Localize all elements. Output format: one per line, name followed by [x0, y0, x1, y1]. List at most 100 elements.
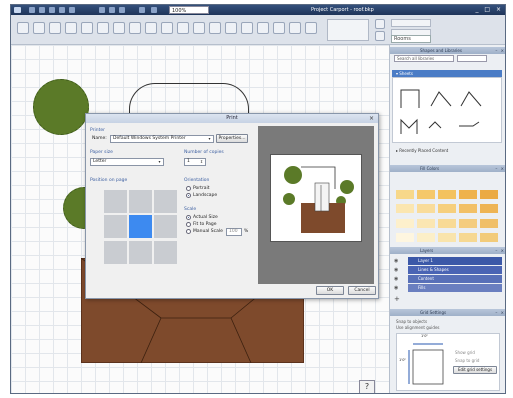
select-arrow-icon[interactable] — [17, 22, 29, 34]
landscape-radio[interactable] — [186, 193, 191, 198]
door-icon[interactable] — [209, 22, 221, 34]
paste-icon[interactable] — [119, 7, 125, 13]
panel-controls[interactable]: – × — [495, 247, 505, 254]
library-search-input[interactable]: Search all libraries — [394, 55, 454, 62]
panel-controls[interactable]: – × — [495, 47, 505, 54]
position-cell[interactable] — [104, 215, 127, 239]
color-swatch[interactable] — [438, 232, 456, 242]
layer-row[interactable]: Fills — [408, 284, 502, 292]
eye-icon[interactable]: ◉ — [394, 257, 404, 265]
show-grid-checkbox[interactable]: Show grid — [455, 350, 475, 355]
pan-icon[interactable] — [33, 22, 45, 34]
sheets-section[interactable]: ▾ Sheets — [392, 70, 502, 77]
edit-grid-button[interactable]: Edit grid settings — [453, 366, 497, 374]
fill-color-icon[interactable] — [375, 19, 385, 29]
rectangle-icon[interactable] — [49, 22, 61, 34]
position-cell[interactable] — [104, 240, 127, 264]
curve-icon[interactable] — [129, 22, 141, 34]
plant-icon[interactable] — [305, 22, 317, 34]
arc-icon[interactable] — [113, 22, 125, 34]
layer-row[interactable]: Layer 1 — [408, 257, 502, 265]
new-icon[interactable] — [29, 7, 35, 13]
layers-header[interactable]: Layers – × — [390, 247, 505, 254]
color-swatch[interactable] — [438, 190, 456, 199]
app-logo-icon[interactable] — [14, 7, 21, 13]
position-cell[interactable] — [104, 190, 127, 213]
add-layer-icon[interactable]: + — [394, 295, 400, 303]
wall-icon[interactable] — [177, 22, 189, 34]
tree-symbol[interactable] — [33, 79, 89, 135]
room-icon[interactable] — [193, 22, 205, 34]
library-filter-input[interactable] — [457, 55, 487, 62]
cancel-button[interactable]: Cancel — [348, 286, 376, 295]
color-swatch[interactable] — [417, 232, 435, 242]
ok-button[interactable]: OK — [316, 286, 344, 295]
printer-select[interactable]: Default Windows System Printer ▾ — [110, 135, 214, 143]
color-swatch[interactable] — [438, 218, 456, 228]
fence-icon[interactable] — [273, 22, 285, 34]
panel-controls[interactable]: – × — [495, 309, 505, 316]
stair-icon[interactable] — [241, 22, 253, 34]
properties-button[interactable]: Properties... — [216, 134, 248, 143]
color-swatch[interactable] — [480, 232, 498, 242]
color-swatch[interactable] — [480, 190, 498, 199]
position-cell[interactable] — [154, 215, 177, 239]
position-cell[interactable] — [154, 240, 177, 264]
undo-icon[interactable] — [59, 7, 65, 13]
fit-to-page-radio[interactable] — [186, 222, 191, 227]
circle-icon[interactable] — [65, 22, 77, 34]
polygon-icon[interactable] — [81, 22, 93, 34]
text-icon[interactable] — [145, 22, 157, 34]
color-swatch[interactable] — [417, 190, 435, 199]
actual-size-radio[interactable] — [186, 215, 191, 220]
zoom-out-icon[interactable] — [139, 7, 145, 13]
snap-header[interactable]: Grid Settings – × — [390, 309, 505, 316]
close-icon[interactable]: × — [368, 115, 375, 122]
line-icon[interactable] — [97, 22, 109, 34]
layer-row[interactable]: Content — [408, 275, 502, 283]
color-swatch[interactable] — [459, 204, 477, 214]
eye-icon[interactable]: ◉ — [394, 266, 404, 274]
layer-select[interactable]: Rooms — [391, 35, 431, 43]
fill-colors-header[interactable]: Fill Colors – × — [390, 165, 505, 172]
copies-stepper[interactable]: 1 ⇕ — [184, 158, 206, 166]
paper-size-select[interactable]: Letter ▾ — [90, 158, 164, 166]
recent-content-section[interactable]: ▸ Recently Placed Content — [392, 147, 502, 154]
stepper-arrows-icon[interactable]: ⇕ — [198, 159, 205, 165]
color-swatch[interactable] — [459, 190, 477, 199]
cut-icon[interactable] — [99, 7, 105, 13]
color-swatch[interactable] — [396, 190, 414, 199]
eye-icon[interactable]: ◉ — [394, 275, 404, 283]
dimension-icon[interactable] — [161, 22, 173, 34]
position-cell[interactable] — [129, 190, 152, 213]
panel-controls[interactable]: – × — [495, 165, 505, 172]
window-controls[interactable]: _ □ × — [475, 6, 503, 14]
line-weight-select[interactable] — [391, 19, 431, 27]
eye-icon[interactable]: ◉ — [394, 284, 404, 292]
color-swatch[interactable] — [417, 218, 435, 228]
line-color-icon[interactable] — [375, 31, 385, 41]
zoom-in-icon[interactable] — [151, 7, 157, 13]
manual-scale-radio[interactable] — [186, 229, 191, 234]
path-icon[interactable] — [289, 22, 301, 34]
portrait-radio[interactable] — [186, 186, 191, 191]
snap-objects-checkbox[interactable]: Snap to objects — [396, 319, 427, 324]
snap-grid-checkbox[interactable]: Snap to grid — [455, 358, 479, 363]
position-cell[interactable] — [154, 190, 177, 213]
copy-icon[interactable] — [109, 7, 115, 13]
layer-row[interactable]: Lines & Shapes — [408, 266, 502, 274]
color-swatch[interactable] — [396, 218, 414, 228]
color-swatch[interactable] — [417, 204, 435, 214]
snap-guides-checkbox[interactable]: Use alignment guides — [396, 325, 440, 330]
color-swatch[interactable] — [396, 204, 414, 214]
zoom-select[interactable]: 100% — [169, 6, 209, 14]
color-swatch[interactable] — [480, 204, 498, 214]
fill-icon[interactable] — [257, 22, 269, 34]
scale-input[interactable]: 100 — [226, 228, 242, 236]
color-swatch[interactable] — [459, 232, 477, 242]
help-button[interactable]: ? — [359, 380, 375, 393]
window-tool-icon[interactable] — [225, 22, 237, 34]
position-cell[interactable] — [129, 215, 152, 239]
color-swatch[interactable] — [438, 204, 456, 214]
color-swatch[interactable] — [396, 232, 414, 242]
